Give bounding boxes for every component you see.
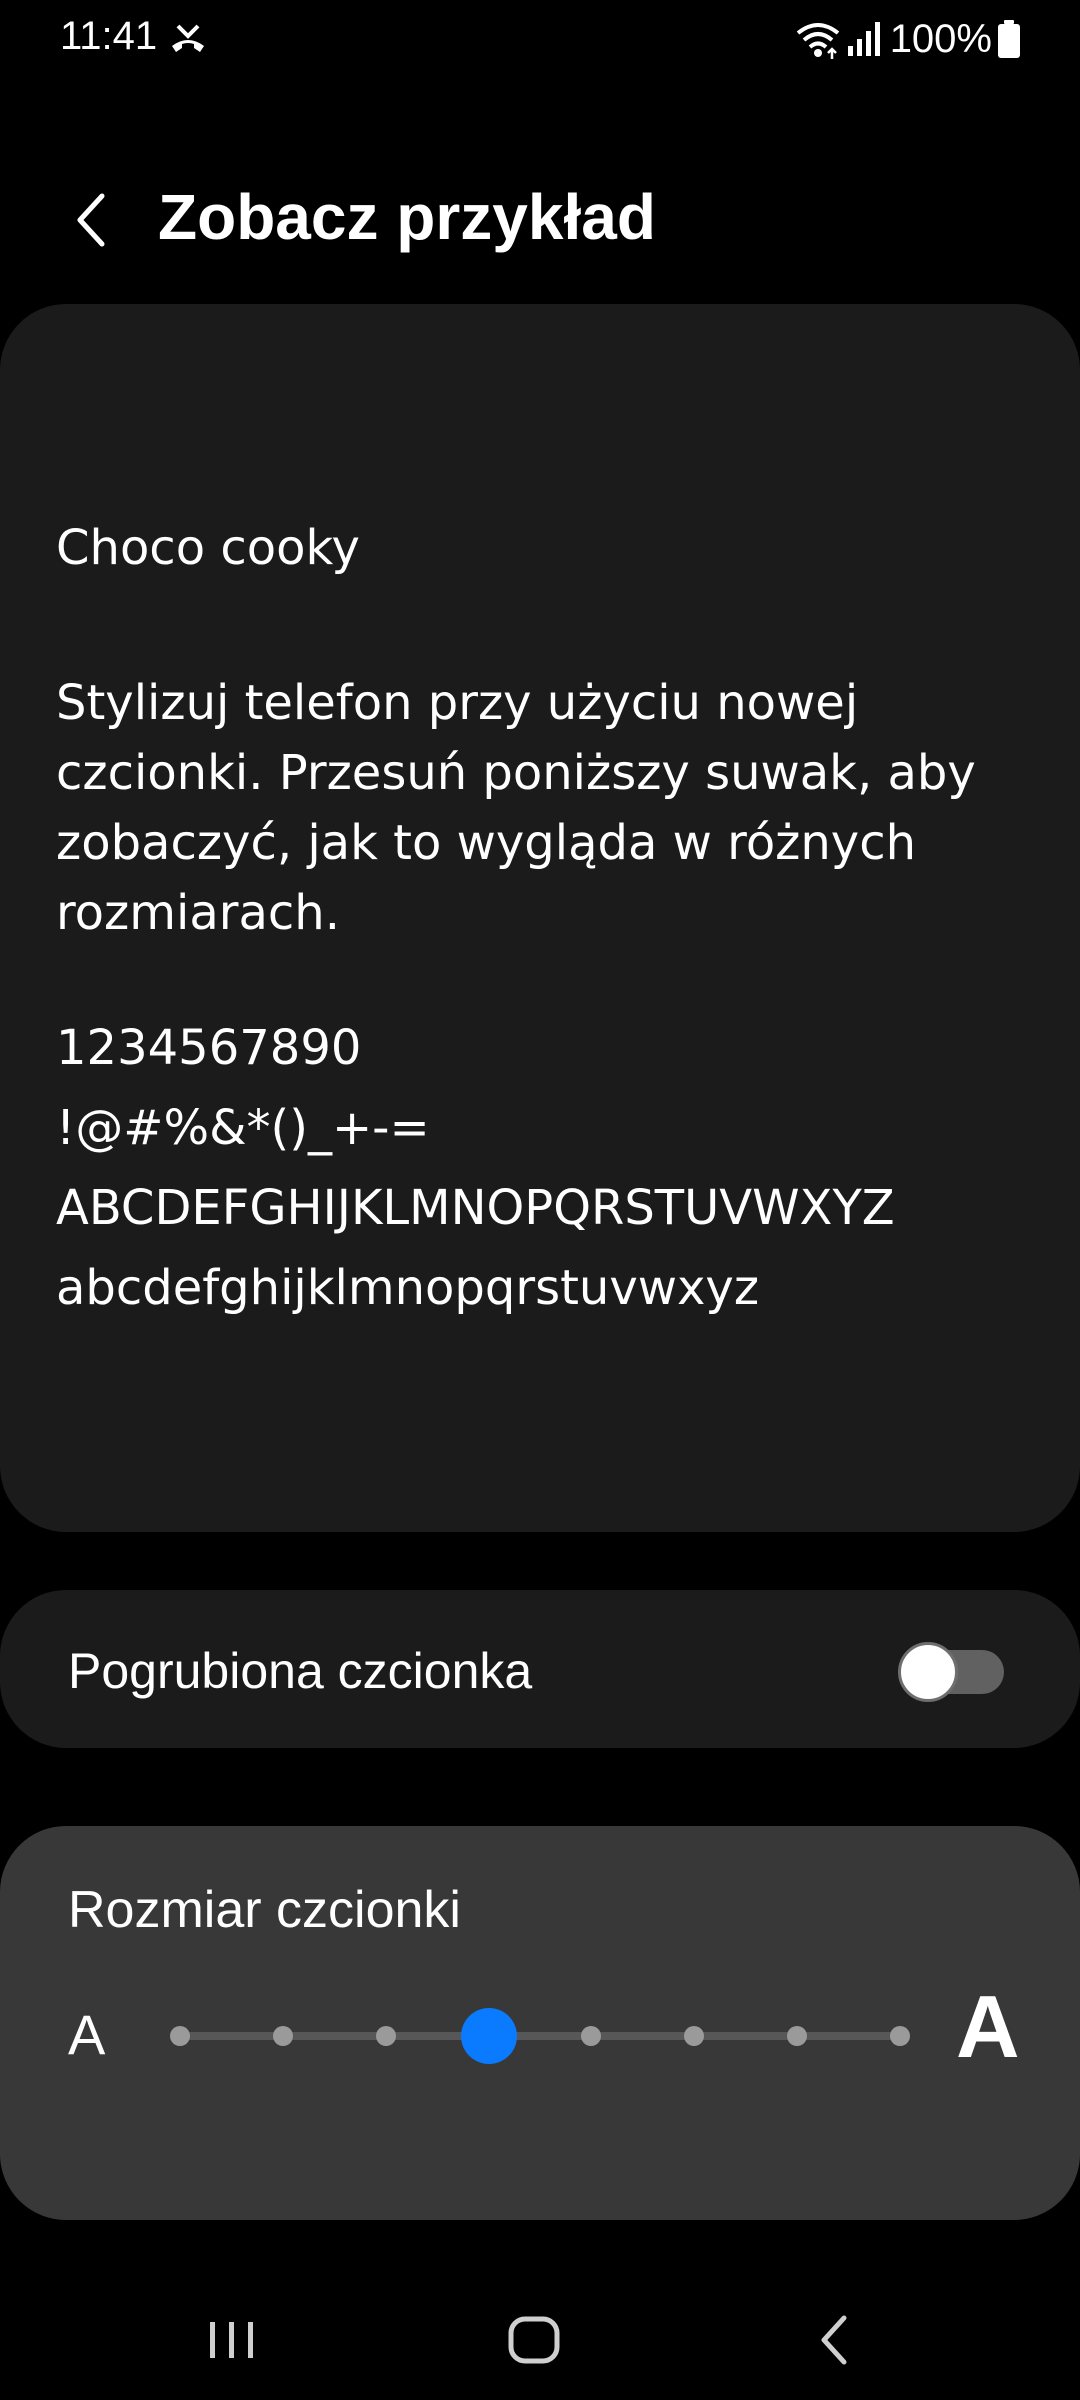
battery-level: 100% — [889, 16, 992, 61]
font-size-small-label: A — [68, 2003, 106, 2066]
missed-call-icon — [168, 20, 208, 60]
page-title: Zobacz przykład — [158, 181, 656, 253]
home-button[interactable] — [494, 2300, 574, 2380]
slider-step[interactable] — [684, 2026, 705, 2046]
slider-step[interactable] — [581, 2026, 602, 2046]
signal-icon — [847, 22, 880, 56]
font-size-title: Rozmiar czcionki — [68, 1881, 461, 1939]
toggle-knob — [898, 1642, 958, 1702]
home-icon — [508, 2316, 560, 2364]
status-icons: 100% — [794, 14, 1020, 64]
bold-font-label: Pogrubiona czcionka — [68, 1643, 533, 1699]
slider-thumb[interactable] — [460, 2008, 517, 2064]
preview-description: Stylizuj telefon przy użyciu nowej czcio… — [56, 675, 976, 941]
back-button[interactable] — [50, 180, 130, 260]
preview-font-name: Choco cooky — [56, 520, 360, 576]
font-size-large-label: A — [956, 1977, 1020, 2076]
preview-lowercase: abcdefghijklmnopqrstuvwxyz — [56, 1260, 760, 1316]
font-preview-card: Choco cooky Stylizuj telefon przy użyciu… — [0, 304, 1080, 1532]
status-time: 11:41 — [60, 14, 158, 58]
recents-button[interactable] — [192, 2300, 272, 2380]
chevron-left-icon — [77, 193, 105, 247]
slider-step[interactable] — [170, 2026, 190, 2046]
battery-icon — [998, 20, 1020, 58]
header: Zobacz przykład — [0, 150, 1080, 280]
font-size-card: Rozmiar czcionki A A — [0, 1826, 1080, 2220]
status-bar: 11:41 100% — [0, 0, 1080, 80]
back-icon — [821, 2315, 847, 2365]
preview-symbols: !@#%&*()_+-= — [56, 1100, 430, 1156]
slider-step[interactable] — [787, 2026, 808, 2046]
bold-font-row[interactable]: Pogrubiona czcionka — [0, 1590, 1080, 1748]
preview-uppercase: ABCDEFGHIJKLMNOPQRSTUVWXYZ — [56, 1180, 895, 1236]
nav-back-button[interactable] — [796, 2300, 876, 2380]
recents-icon — [210, 2322, 253, 2358]
slider-step[interactable] — [375, 2026, 396, 2046]
font-size-slider[interactable] — [160, 1996, 920, 2076]
preview-digits: 1234567890 — [56, 1020, 362, 1076]
navigation-bar — [0, 2280, 1080, 2400]
wifi-icon — [794, 19, 842, 59]
slider-step[interactable] — [890, 2026, 910, 2046]
bold-font-toggle[interactable] — [898, 1642, 1004, 1702]
slider-step[interactable] — [272, 2026, 293, 2046]
